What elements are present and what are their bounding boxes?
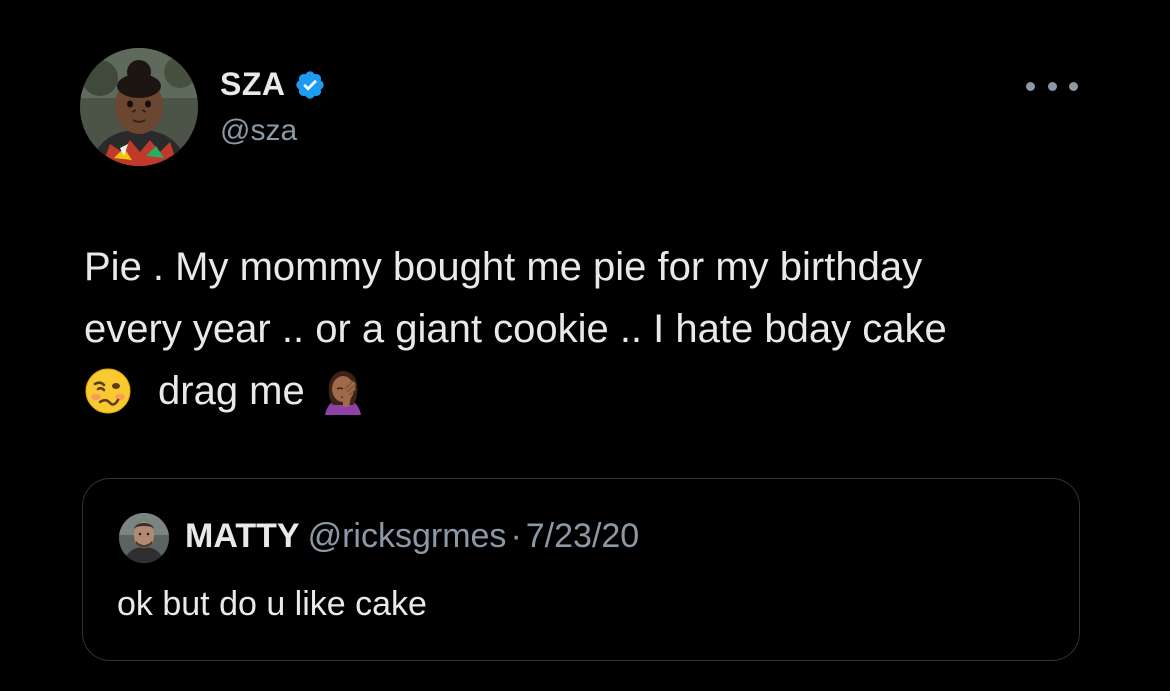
- toddler-portrait-icon: [80, 48, 198, 166]
- more-dot: [1069, 81, 1078, 91]
- tweet-text-line: Pie . My mommy bought me pie for my birt…: [84, 245, 923, 289]
- man-portrait-icon: [119, 513, 169, 563]
- quoted-author-handle[interactable]: @ricksgrmes: [308, 517, 507, 555]
- verified-badge-icon[interactable]: [294, 69, 326, 101]
- quoted-tweet-text: ok but do u like cake: [117, 585, 427, 623]
- tweet-text-drag-me: drag me: [158, 369, 305, 413]
- more-dot: [1026, 81, 1035, 91]
- quoted-header-separator: ·: [510, 517, 522, 555]
- woman-facepalming-emoji-icon: [319, 367, 367, 415]
- more-dot: [1047, 81, 1057, 91]
- author-name-row: SZA: [220, 66, 326, 103]
- quoted-tweet-date[interactable]: 7/23/20: [526, 517, 639, 555]
- quoted-tweet-card[interactable]: MATTY @ricksgrmes · 7/23/20 ok but do u lik…: [82, 478, 1080, 661]
- author-display-name[interactable]: SZA: [220, 66, 286, 103]
- more-options-icon[interactable]: [1026, 76, 1078, 96]
- tweet-text-line: every year .. or a giant cookie .. I hat…: [84, 307, 947, 351]
- tweet-text-last-line: drag me: [84, 360, 1094, 422]
- woozy-face-emoji-icon: [84, 367, 132, 415]
- author-avatar[interactable]: [80, 48, 198, 166]
- tweet-text: Pie . My mommy bought me pie for my birt…: [84, 236, 1094, 422]
- author-handle[interactable]: @sza: [220, 114, 297, 148]
- quoted-author-avatar[interactable]: [119, 513, 169, 563]
- quoted-tweet-header: MATTY @ricksgrmes · 7/23/20: [185, 517, 639, 556]
- quoted-author-display-name[interactable]: MATTY: [185, 517, 300, 555]
